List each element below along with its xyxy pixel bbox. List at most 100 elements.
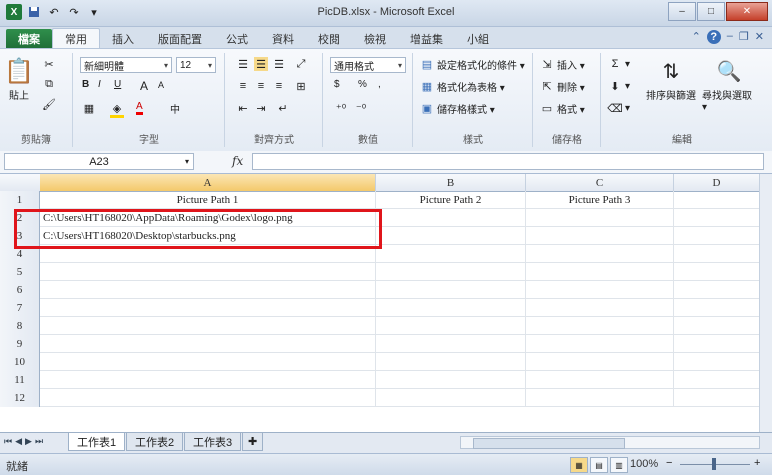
cell-d4[interactable] [674,245,760,262]
vertical-scrollbar[interactable] [759,174,772,432]
insert-cells-button[interactable]: ⇲ 插入 ▾ [540,57,584,72]
merge-center-button[interactable]: ⊞ [294,79,308,93]
cell-a12[interactable] [40,389,376,406]
cell-d11[interactable] [674,371,760,388]
sheet-tab-2[interactable]: 工作表2 [126,433,184,451]
tab-view[interactable]: 檢視 [352,29,398,49]
bottom-align-button[interactable]: ☰ [272,57,286,71]
cell-c1[interactable]: Picture Path 3 [526,191,674,208]
last-sheet-icon[interactable]: ⏭ [35,436,43,447]
italic-button[interactable]: I [98,79,101,90]
cell-c3[interactable] [526,227,674,244]
page-break-view-icon[interactable]: ▥ [610,457,628,473]
cell-b4[interactable] [376,245,526,262]
grow-font-button[interactable]: A [140,79,148,93]
tab-page-layout[interactable]: 版面配置 [146,29,214,49]
format-painter-button[interactable]: 🖌 [42,97,56,111]
cell-d7[interactable] [674,299,760,316]
next-sheet-icon[interactable]: ▶ [25,436,32,447]
format-as-table-button[interactable]: ▦ 格式化為表格 ▾ [420,79,505,94]
conditional-formatting-button[interactable]: ▤ 設定格式化的條件 ▾ [420,57,525,72]
row-header[interactable]: 8 [0,317,40,335]
currency-button[interactable]: $ [334,79,340,90]
row-header[interactable]: 6 [0,281,40,299]
cell-b3[interactable] [376,227,526,244]
paste-button[interactable]: 📋 貼上 [4,55,34,103]
prev-sheet-icon[interactable]: ◀ [15,436,22,447]
find-select-button[interactable]: 🔍 尋找與選取 ▾ [702,55,756,114]
cell-d9[interactable] [674,335,760,352]
cut-button[interactable]: ✂ [42,57,56,71]
cell-b10[interactable] [376,353,526,370]
align-left-button[interactable]: ≡ [236,79,250,93]
cell-c4[interactable] [526,245,674,262]
copy-button[interactable]: ⧉ [42,77,56,91]
font-name-select[interactable]: 新細明體 ▾ [80,57,172,73]
cell-a6[interactable] [40,281,376,298]
row-header[interactable]: 10 [0,353,40,371]
tab-add-ins[interactable]: 增益集 [398,29,455,49]
underline-button[interactable]: U [114,79,121,90]
align-center-button[interactable]: ≡ [254,79,268,93]
decrease-indent-button[interactable]: ⇤ [236,101,250,115]
percent-button[interactable]: % [358,79,367,90]
cell-c2[interactable] [526,209,674,226]
tab-data[interactable]: 資料 [260,29,306,49]
cell-c6[interactable] [526,281,674,298]
font-color-button[interactable]: A [136,101,143,115]
doc-close-icon[interactable]: ✕ [755,30,764,44]
column-header-b[interactable]: B [376,174,526,191]
row-header[interactable]: 2 [0,209,40,227]
worksheet-grid[interactable]: A B C D 1 Picture Path 1 Picture Path 2 Pic… [0,174,772,432]
delete-cells-button[interactable]: ⇱ 刪除 ▾ [540,79,584,94]
zoom-level[interactable]: 100% [630,458,658,470]
cell-b8[interactable] [376,317,526,334]
cell-c7[interactable] [526,299,674,316]
row-header[interactable]: 12 [0,389,40,407]
cell-a10[interactable] [40,353,376,370]
cell-c11[interactable] [526,371,674,388]
maximize-button[interactable]: □ [697,2,725,21]
insert-sheet-button[interactable]: ✚ [242,433,264,451]
cell-styles-button[interactable]: ▣ 儲存格樣式 ▾ [420,101,495,116]
chevron-down-icon[interactable]: ▾ [185,157,189,166]
cell-b7[interactable] [376,299,526,316]
column-header-d[interactable]: D [674,174,760,191]
increase-decimal-button[interactable]: ⁺⁰ [334,101,348,115]
wrap-text-button[interactable]: ↵ [276,101,290,115]
cell-b5[interactable] [376,263,526,280]
help-icon[interactable]: ? [706,30,721,44]
tab-file[interactable]: 檔案 [6,29,52,49]
cell-b12[interactable] [376,389,526,406]
cell-a9[interactable] [40,335,376,352]
cell-b9[interactable] [376,335,526,352]
bold-button[interactable]: B [82,79,89,90]
tab-home[interactable]: 常用 [52,28,100,49]
cell-c12[interactable] [526,389,674,406]
cell-a3[interactable]: C:\Users\HT168020\Desktop\starbucks.png [40,227,376,244]
row-header[interactable]: 3 [0,227,40,245]
number-format-select[interactable]: 通用格式 ▾ [330,57,406,73]
top-align-button[interactable]: ☰ [236,57,250,71]
cell-a7[interactable] [40,299,376,316]
doc-minimize-icon[interactable]: – [727,30,733,44]
shrink-font-button[interactable]: A [158,80,164,90]
cell-b2[interactable] [376,209,526,226]
minimize-ribbon-icon[interactable]: ⌃ [692,30,701,44]
row-header[interactable]: 7 [0,299,40,317]
horizontal-scrollbar[interactable] [460,436,760,449]
column-header-a[interactable]: A [40,174,376,191]
align-right-button[interactable]: ≡ [272,79,286,93]
clear-button[interactable]: ⌫ ▾ [607,101,630,115]
normal-view-icon[interactable]: ▦ [570,457,588,473]
borders-button[interactable]: ▦ [82,101,96,115]
cell-d12[interactable] [674,389,760,406]
cell-a11[interactable] [40,371,376,388]
cell-d2[interactable] [674,209,760,226]
cell-b6[interactable] [376,281,526,298]
tab-team[interactable]: 小組 [455,29,501,49]
fill-color-button[interactable]: ◈ [110,101,124,118]
cell-a8[interactable] [40,317,376,334]
cell-d10[interactable] [674,353,760,370]
cell-a2[interactable]: C:\Users\HT168020\AppData\Roaming\Godex\… [40,209,376,226]
